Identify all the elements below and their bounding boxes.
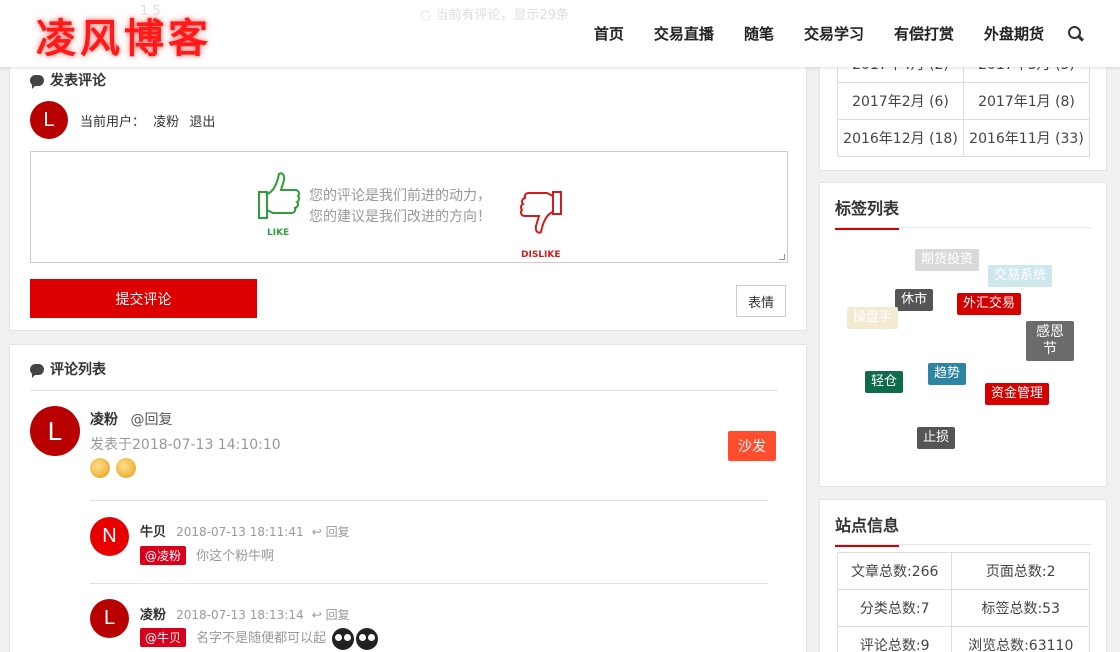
stat-categories: 分类总数:7 (836, 589, 953, 627)
stat-views: 浏览总数:63110 (951, 626, 1090, 652)
reply-text: 你这个粉牛啊 (196, 549, 275, 564)
reply-link[interactable]: @回复 (130, 412, 172, 428)
reply-header: 凌粉 2018-07-13 18:13:14 ↩ 回复 (140, 604, 350, 623)
current-user-avatar: L (30, 101, 68, 139)
comment-time: 发表于2018-07-13 14:10:10 (90, 437, 281, 453)
tag-stop-loss[interactable]: 止损 (917, 427, 956, 449)
tag-money-management[interactable]: 资金管理 (985, 383, 1050, 405)
reply-avatar: N (90, 517, 129, 556)
resize-handle[interactable] (779, 254, 785, 260)
like-label: LIKE (267, 228, 290, 238)
nav-trading-live[interactable]: 交易直播 (654, 23, 714, 44)
archive-item[interactable]: 2017年2月 (6) (837, 82, 964, 120)
eyes-emoji-icon (356, 627, 379, 650)
mention-tag[interactable]: @牛贝 (140, 628, 187, 647)
sofa-badge: 沙发 (728, 431, 776, 461)
divider (90, 500, 768, 501)
reply-text: 名字不是随便都可以起 (196, 631, 327, 646)
reply-arrow-icon: ↩ (311, 525, 322, 539)
reply-author[interactable]: 凌粉 (140, 608, 166, 623)
emoji-button[interactable]: 表情 (736, 285, 786, 317)
current-user-label: 当前用户： (80, 115, 146, 130)
comment-body (90, 458, 142, 478)
tag-forex-trading[interactable]: 外汇交易 (957, 293, 1022, 315)
stat-pages: 页面总数:2 (951, 552, 1090, 590)
tag-market-closed[interactable]: 休市 (895, 289, 934, 311)
archive-item[interactable]: 2016年11月 (33) (963, 119, 1090, 157)
tag-trader[interactable]: 操盘手 (847, 307, 899, 329)
tag-futures-investing[interactable]: 期货投资 (915, 249, 980, 271)
tag-trading-system[interactable]: 交易系统 (988, 265, 1053, 287)
thumbs-up-emoji-icon (90, 458, 110, 478)
reply-author[interactable]: 牛贝 (140, 525, 166, 540)
nav-essays[interactable]: 随笔 (744, 23, 774, 44)
thumbs-up-icon (258, 172, 301, 219)
thumbs-down-icon (519, 191, 562, 234)
nav-foreign-futures[interactable]: 外盘期货 (984, 23, 1044, 44)
comment-header: 凌粉 @回复 (90, 409, 172, 429)
comment-form-panel: 发表评论 L 当前用户： 凌粉 退出 LIKE 您的评论是我们前进的动力， 您的… (9, 66, 807, 331)
stat-tags: 标签总数:53 (951, 589, 1090, 627)
main-nav: 首页 交易直播 随笔 交易学习 有偿打赏 外盘期货 (564, 0, 1084, 67)
dislike-label: DISLIKE (521, 250, 561, 260)
comment-list-panel: 评论列表 L 凌粉 @回复 发表于2018-07-13 14:10:10 沙发 … (9, 344, 807, 652)
reply-time: 2018-07-13 18:13:14 (176, 608, 304, 622)
comment-list-title: 评论列表 (50, 362, 106, 378)
nav-donate[interactable]: 有偿打赏 (894, 23, 954, 44)
reply-link[interactable]: ↩ 回复 (312, 525, 350, 539)
mention-tag[interactable]: @凌粉 (140, 546, 187, 565)
stat-articles: 文章总数:266 (836, 552, 953, 590)
eyes-emoji-icon (332, 627, 355, 650)
reply-body: @凌粉 你这个粉牛啊 (140, 545, 274, 565)
comment-avatar: L (30, 406, 80, 456)
reply-body: @牛贝 名字不是随便都可以起 (140, 627, 379, 650)
current-user-name[interactable]: 凌粉 (153, 115, 179, 130)
site-info-panel: 站点信息 文章总数:266 页面总数:2 分类总数:7 标签总数:53 评论总数… (819, 499, 1107, 652)
comments-icon (30, 363, 44, 378)
nav-home[interactable]: 首页 (594, 23, 624, 44)
search-icon[interactable] (1068, 25, 1084, 42)
stat-comments: 评论总数:9 (836, 626, 953, 652)
divider (835, 544, 1091, 545)
comment-textarea[interactable]: LIKE 您的评论是我们前进的动力， 您的建议是我们改进的方向！ DISLIKE (30, 151, 788, 263)
placeholder-text: 您的评论是我们前进的动力， 您的建议是我们改进的方向！ (309, 188, 491, 225)
site-logo[interactable]: 凌风博客 (36, 6, 212, 64)
archive-item[interactable]: 2017年1月 (8) (963, 82, 1090, 120)
comment-author[interactable]: 凌粉 (90, 412, 118, 428)
header-ghost-right: ○ 当前有评论，显示29条 (420, 8, 570, 23)
submit-comment-button[interactable]: 提交评论 (30, 279, 257, 318)
reply-link[interactable]: ↩ 回复 (312, 608, 350, 622)
tag-thanksgiving[interactable]: 感恩节 (1026, 321, 1074, 361)
thumbs-up-emoji-icon (116, 458, 136, 478)
reply-time: 2018-07-13 18:11:41 (176, 525, 304, 539)
current-user-line: 当前用户： 凌粉 退出 (80, 111, 215, 130)
divider (835, 227, 1091, 228)
archive-item[interactable]: 2016年12月 (18) (837, 119, 964, 157)
tags-title: 标签列表 (835, 195, 900, 230)
divider (30, 390, 778, 391)
tags-panel: 标签列表 期货投资 交易系统 休市 外汇交易 操盘手 感恩节 轻仓 趋势 资金管… (819, 182, 1107, 487)
comment-form-title: 发表评论 (50, 73, 106, 89)
reply-header: 牛贝 2018-07-13 18:11:41 ↩ 回复 (140, 521, 350, 540)
site-info-title: 站点信息 (835, 512, 900, 547)
tag-light-position[interactable]: 轻仓 (865, 371, 904, 393)
comments-icon (30, 74, 44, 89)
reply-arrow-icon: ↩ (311, 608, 322, 622)
logout-link[interactable]: 退出 (189, 115, 215, 130)
nav-trading-learn[interactable]: 交易学习 (804, 23, 864, 44)
divider (90, 583, 768, 584)
tag-trend[interactable]: 趋势 (928, 363, 967, 385)
site-header: 1 5 ○ 当前有评论，显示29条 凌风博客 首页 交易直播 随笔 交易学习 有… (0, 0, 1120, 67)
reply-avatar: L (90, 599, 129, 638)
site-info-table: 文章总数:266 页面总数:2 分类总数:7 标签总数:53 评论总数:9 浏览… (836, 552, 1090, 652)
